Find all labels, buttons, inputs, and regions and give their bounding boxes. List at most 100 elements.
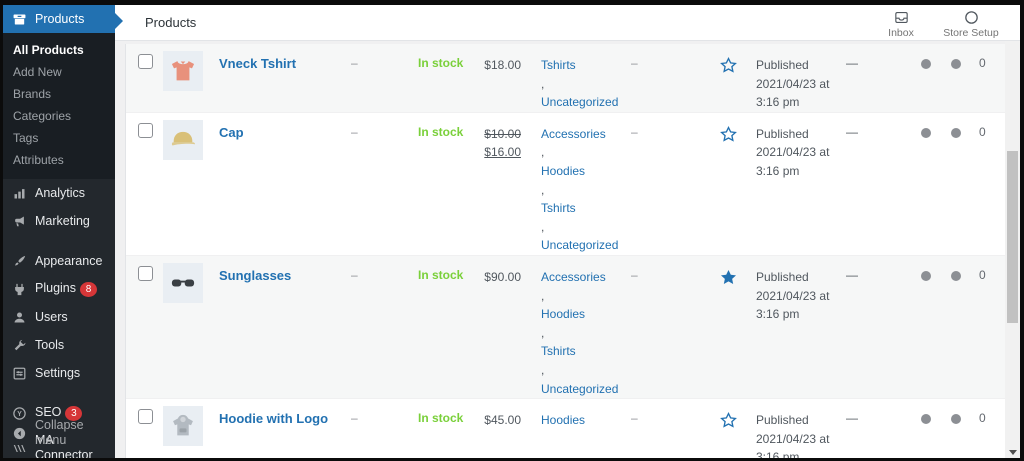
sidebar-item-collapse-menu[interactable]: Collapse menu (3, 412, 115, 454)
row-checkbox[interactable] (138, 409, 153, 424)
category-link[interactable]: Tshirts (541, 199, 614, 218)
product-name-link[interactable]: Cap (219, 125, 344, 140)
sidebar-item-analytics[interactable]: Analytics (3, 179, 115, 207)
category-link[interactable]: Hoodies (541, 305, 614, 324)
admin-sidebar: Products All ProductsAdd NewBrandsCatego… (3, 5, 115, 458)
store-setup-button[interactable]: Store Setup (936, 7, 1006, 39)
active-menu-arrow (115, 13, 123, 29)
sku-value: – (344, 256, 411, 282)
sidebar-separator (3, 235, 115, 247)
featured-star-icon[interactable] (719, 268, 738, 287)
date-cell: Published2021/04/23 at3:16 pm (751, 44, 846, 112)
sku-value: – (344, 44, 411, 70)
categories-cell: Accessories, Hoodies, Tshirts, Uncategor… (521, 256, 626, 398)
sidebar-subitem-brands[interactable]: Brands (3, 83, 115, 105)
products-table: Vneck Tshirt–In stock$18.00Tshirts, Unca… (125, 44, 1005, 458)
sale-price: $16.00 (471, 143, 521, 162)
sidebar-subitem-tags[interactable]: Tags (3, 127, 115, 149)
sidebar-item-tools[interactable]: Tools (3, 331, 115, 359)
vertical-scrollbar[interactable] (1005, 41, 1020, 458)
name-cell: Cap (212, 113, 344, 140)
featured-star-icon[interactable] (719, 125, 738, 144)
sidebar-item-label: Users (35, 310, 68, 325)
status-dot-cell (911, 113, 941, 141)
status-dot-cell (941, 44, 971, 72)
settings-icon (11, 365, 27, 381)
tags-value: – (626, 44, 711, 70)
price-value: $10.00$16.00 (471, 113, 521, 162)
sidebar-item-label: Products (35, 12, 84, 27)
featured-star-icon[interactable] (719, 56, 738, 75)
select-cell (126, 399, 156, 427)
category-link[interactable]: Tshirts (541, 342, 614, 361)
extra-dash-value: — (846, 256, 911, 282)
product-name-link[interactable]: Sunglasses (219, 268, 344, 283)
sidebar-item-label: Plugins8 (35, 281, 97, 297)
featured-cell (711, 113, 751, 147)
sidebar-item-products[interactable]: Products (3, 5, 115, 33)
date-cell: Published2021/04/23 at3:16 pm (751, 113, 846, 181)
category-link[interactable]: Uncategorized (541, 93, 614, 112)
stock-status: In stock (411, 113, 471, 139)
store-setup-label: Store Setup (943, 27, 998, 39)
product-image[interactable] (163, 51, 203, 91)
category-link[interactable]: Accessories (541, 268, 614, 287)
sidebar-separator (3, 387, 115, 399)
sku-value: – (344, 113, 411, 139)
thumbnail-cell (156, 44, 212, 91)
row-count: 0 (971, 256, 1005, 282)
tags-value: – (626, 399, 711, 425)
name-cell: Hoodie with Logo (212, 399, 344, 426)
featured-cell (711, 256, 751, 290)
category-link[interactable]: Hoodies (541, 411, 614, 430)
row-checkbox[interactable] (138, 54, 153, 69)
stock-status: In stock (411, 399, 471, 425)
featured-star-icon[interactable] (719, 411, 738, 430)
product-image[interactable] (163, 263, 203, 303)
thumbnail-cell (156, 399, 212, 446)
product-image[interactable] (163, 406, 203, 446)
tags-value: – (626, 256, 711, 282)
select-cell (126, 256, 156, 284)
status-dot-icon (921, 128, 931, 138)
product-image[interactable] (163, 120, 203, 160)
row-checkbox[interactable] (138, 266, 153, 281)
sidebar-subitem-add-new[interactable]: Add New (3, 61, 115, 83)
sidebar-item-label: Appearance (35, 254, 102, 269)
select-cell (126, 113, 156, 141)
status-dot-cell (911, 44, 941, 72)
category-link[interactable]: Accessories (541, 125, 614, 144)
sidebar-item-appearance[interactable]: Appearance (3, 247, 115, 275)
date-cell: Published2021/04/23 at3:16 pm (751, 399, 846, 458)
date-cell: Published2021/04/23 at3:16 pm (751, 256, 846, 324)
category-link[interactable]: Hoodies (541, 162, 614, 181)
categories-cell: Accessories, Hoodies, Tshirts, Uncategor… (521, 113, 626, 255)
content-area: Products Inbox Store Setup Vneck Tshirt–… (115, 5, 1020, 458)
sidebar-item-settings[interactable]: Settings (3, 359, 115, 387)
chart-icon (11, 185, 27, 201)
sidebar-item-label: Tools (35, 338, 64, 353)
product-name-link[interactable]: Vneck Tshirt (219, 56, 344, 71)
featured-cell (711, 44, 751, 78)
sidebar-item-marketing[interactable]: Marketing (3, 207, 115, 235)
price-value: $18.00 (471, 44, 521, 75)
scrollbar-thumb[interactable] (1007, 151, 1018, 323)
sidebar-subitem-all-products[interactable]: All Products (3, 39, 115, 61)
inbox-button[interactable]: Inbox (866, 7, 936, 39)
thumbnail-cell (156, 113, 212, 160)
sidebar-subitem-attributes[interactable]: Attributes (3, 149, 115, 171)
sidebar-subitem-categories[interactable]: Categories (3, 105, 115, 127)
row-checkbox[interactable] (138, 123, 153, 138)
sidebar-item-users[interactable]: Users (3, 303, 115, 331)
stock-status: In stock (411, 256, 471, 282)
table-row: Hoodie with Logo–In stock$45.00Hoodies–P… (126, 398, 1005, 458)
sidebar-item-plugins[interactable]: Plugins8 (3, 275, 115, 303)
sidebar-item-label: Settings (35, 366, 80, 381)
store-setup-icon (963, 9, 980, 26)
product-name-link[interactable]: Hoodie with Logo (219, 411, 344, 426)
category-link[interactable]: Tshirts (541, 56, 614, 75)
old-price: $10.00 (471, 125, 521, 144)
category-link[interactable]: Uncategorized (541, 236, 614, 255)
price-value: $90.00 (471, 256, 521, 287)
category-link[interactable]: Uncategorized (541, 380, 614, 399)
